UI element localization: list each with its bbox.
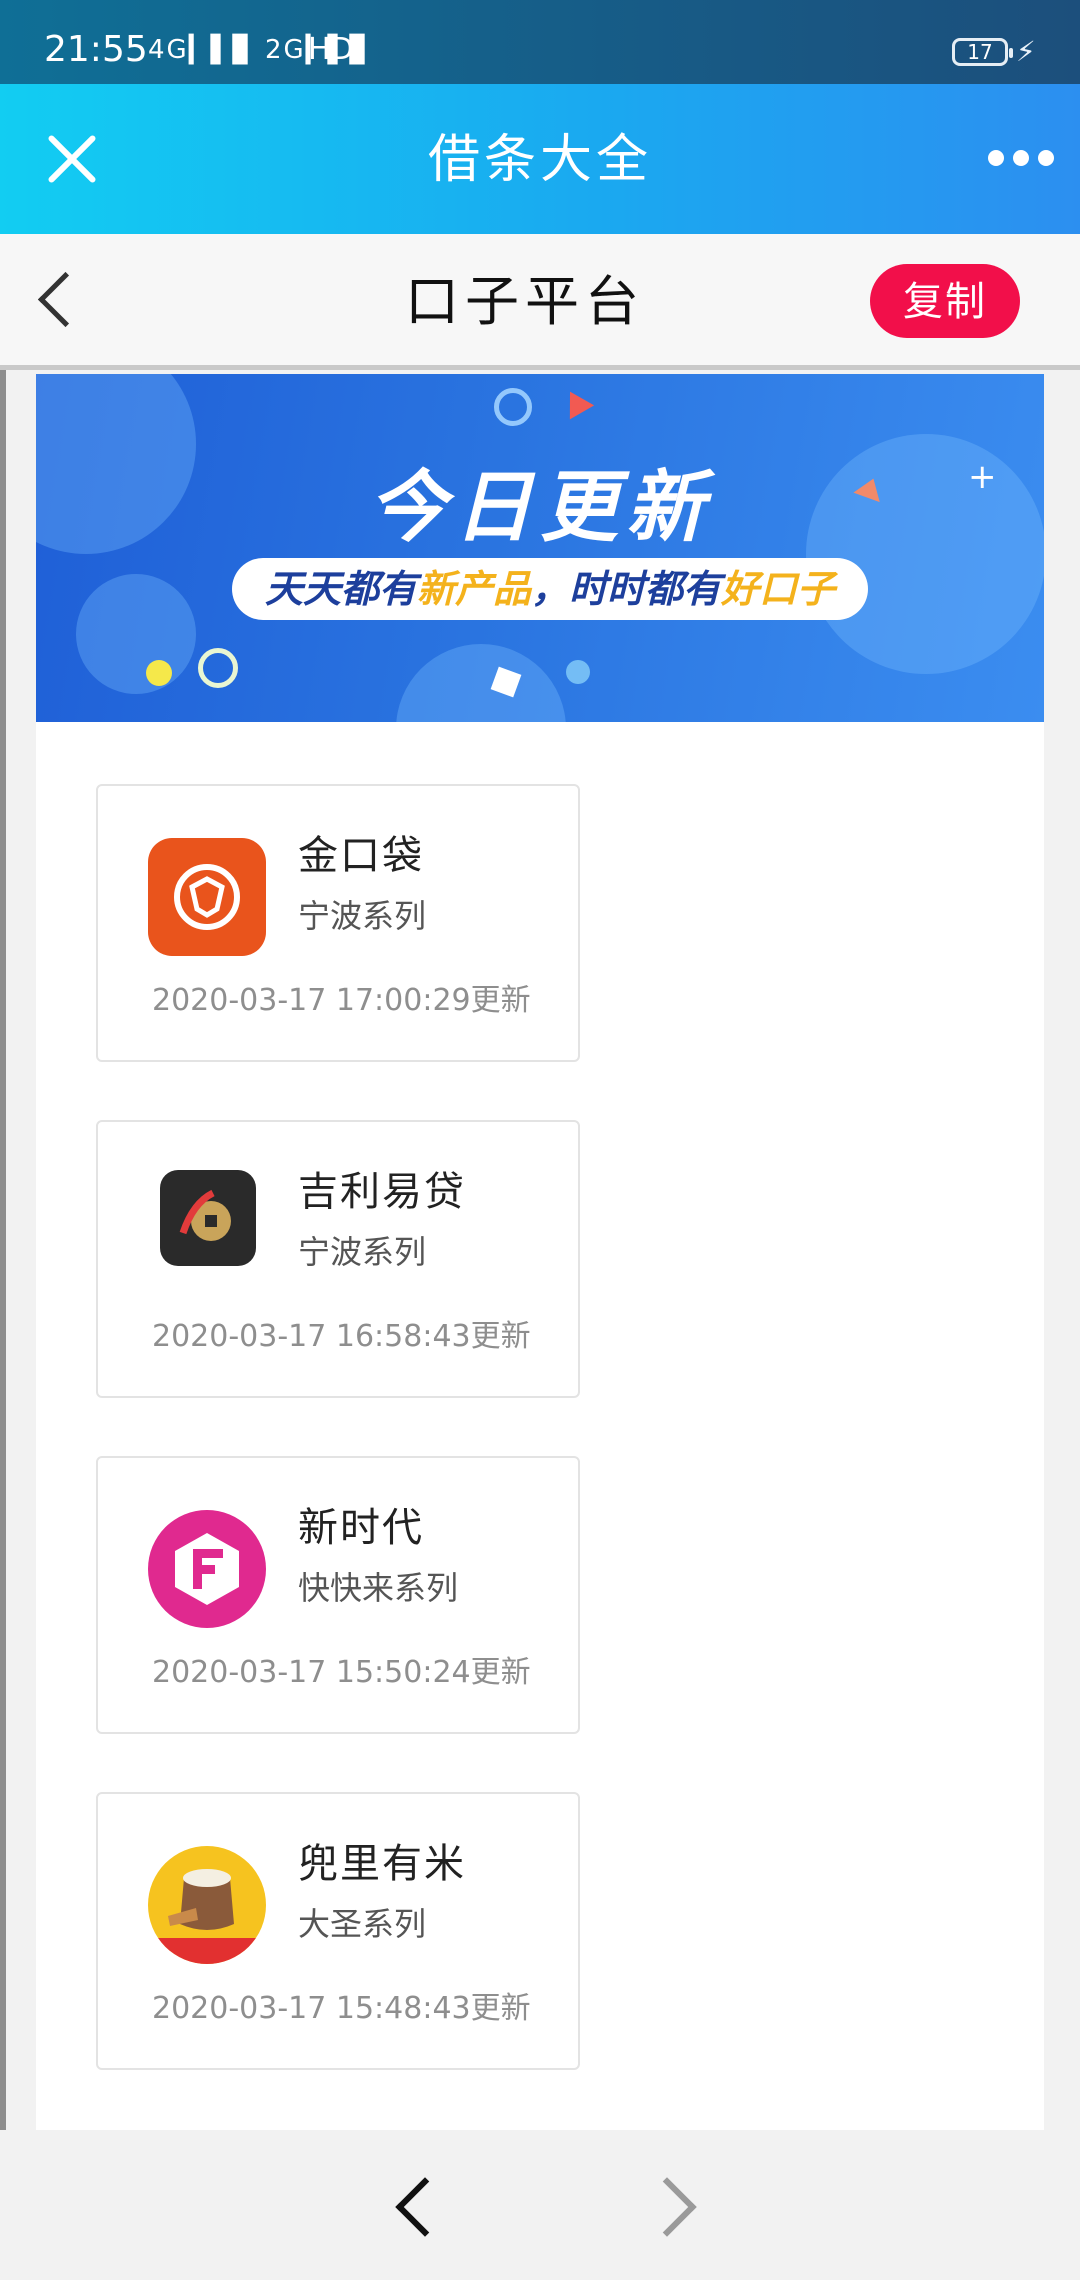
updated-time: 2020-03-17 15:48:43更新 (152, 1991, 531, 2026)
product-card-doulyoumi[interactable]: 兜里有米 大圣系列 2020-03-17 15:48:43更新 (96, 1792, 580, 2070)
product-name: 新时代 (298, 1505, 424, 1551)
battery-icon: 17 (952, 38, 1013, 66)
banner-title: 今日更新 (367, 463, 712, 553)
status-time: 21:55 (44, 29, 148, 70)
updated-time: 2020-03-17 17:00:29更新 (152, 983, 531, 1018)
app-title: 借条大全 (427, 130, 652, 190)
product-name: 金口袋 (298, 833, 424, 879)
product-series: 快快来系列 (298, 1569, 459, 1607)
banner-subtitle: 天天都有新产品，时时都有好口子 (232, 558, 868, 620)
product-name: 吉利易贷 (298, 1169, 466, 1215)
product-card-jiliyidai[interactable]: 吉利易贷 宁波系列 2020-03-17 16:58:43更新 (96, 1120, 580, 1398)
f-hexagon-logo-icon (148, 1510, 266, 1628)
app-header: 借条大全 (0, 84, 1080, 234)
browser-forward-icon[interactable] (637, 2177, 697, 2237)
browser-back-icon[interactable] (395, 2177, 455, 2237)
page-nav-bar: 口子平台 复制 (0, 234, 1080, 370)
charging-icon: ⚡ (1016, 35, 1036, 68)
rice-bag-logo-icon (148, 1846, 266, 1964)
coin-logo-icon (160, 1170, 256, 1266)
update-banner: + 今日更新 天天都有新产品，时时都有好口子 (36, 374, 1044, 722)
product-card-jinkoudai[interactable]: 金口袋 宁波系列 2020-03-17 17:00:29更新 (96, 784, 580, 1062)
more-icon[interactable] (988, 150, 1054, 166)
copy-button[interactable]: 复制 (870, 264, 1020, 338)
page-edge (0, 370, 6, 2130)
shield-logo-icon (148, 838, 266, 956)
product-series: 宁波系列 (298, 1233, 427, 1271)
product-name: 兜里有米 (298, 1841, 466, 1887)
product-card-xinshidai[interactable]: 新时代 快快来系列 2020-03-17 15:50:24更新 (96, 1456, 580, 1734)
product-series: 大圣系列 (298, 1905, 427, 1943)
product-series: 宁波系列 (298, 897, 427, 935)
updated-time: 2020-03-17 15:50:24更新 (152, 1655, 531, 1690)
content-area: + 今日更新 天天都有新产品，时时都有好口子 金口袋 宁波系列 2020-03-… (36, 374, 1044, 2130)
browser-bottom-nav (0, 2130, 1080, 2280)
network-indicator: HD (308, 32, 354, 67)
status-bar: 21:55 4G▎▌▊ 2G▎▌▊ HD 17 ⚡ (0, 0, 1080, 84)
updated-time: 2020-03-17 16:58:43更新 (152, 1319, 531, 1354)
